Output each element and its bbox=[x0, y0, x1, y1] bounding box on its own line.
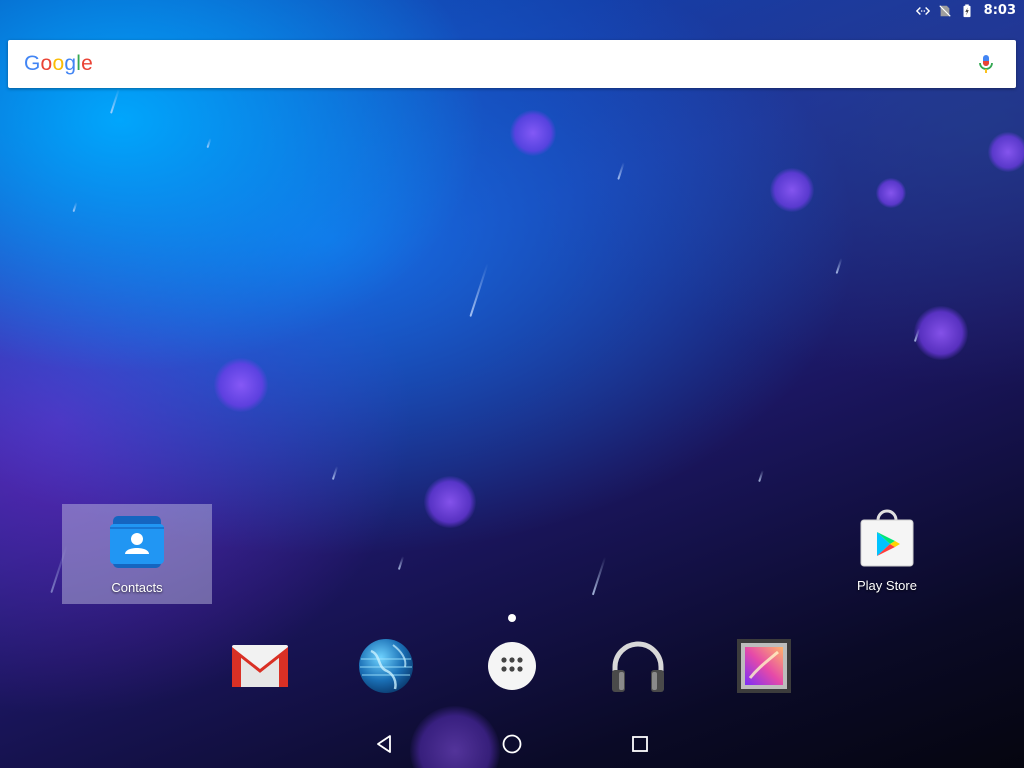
home-button[interactable] bbox=[498, 730, 526, 758]
status-bar: 8:03 bbox=[0, 0, 1024, 24]
contacts-shortcut[interactable]: Contacts bbox=[62, 504, 212, 604]
app-drawer-button[interactable] bbox=[482, 636, 542, 696]
data-transfer-icon bbox=[915, 6, 930, 15]
recents-button[interactable] bbox=[626, 730, 654, 758]
battery-charging-icon bbox=[963, 3, 971, 17]
music-headphones-icon bbox=[612, 641, 664, 692]
no-sim-icon bbox=[938, 4, 951, 17]
music-app[interactable] bbox=[608, 636, 668, 696]
play-store-label: Play Store bbox=[857, 578, 917, 593]
google-logo: Google bbox=[24, 52, 93, 76]
contacts-icon bbox=[110, 516, 164, 568]
recents-icon bbox=[632, 736, 648, 752]
logo-letter: g bbox=[64, 52, 77, 75]
mic-icon[interactable] bbox=[974, 52, 998, 76]
gmail-icon bbox=[232, 645, 288, 687]
play-store-shortcut[interactable]: Play Store bbox=[812, 504, 962, 604]
page-indicator bbox=[508, 614, 516, 622]
gallery-icon bbox=[737, 639, 791, 693]
browser-globe-icon bbox=[359, 639, 413, 693]
logo-letter: o bbox=[40, 52, 53, 75]
clock: 8:03 bbox=[983, 3, 1016, 18]
app-drawer-icon bbox=[488, 642, 536, 690]
logo-letter: G bbox=[24, 52, 41, 75]
back-button[interactable] bbox=[370, 730, 398, 758]
contacts-label: Contacts bbox=[111, 580, 163, 595]
gmail-app[interactable] bbox=[230, 636, 290, 696]
gallery-app[interactable] bbox=[734, 636, 794, 696]
home-screen: 8:03 Google Contacts Play Store bbox=[0, 0, 1024, 768]
home-icon bbox=[502, 734, 522, 754]
logo-letter: e bbox=[81, 52, 93, 75]
play-store-icon bbox=[860, 509, 914, 567]
back-icon bbox=[377, 735, 391, 753]
logo-letter: o bbox=[52, 52, 65, 75]
google-search-bar[interactable]: Google bbox=[8, 40, 1016, 88]
browser-app[interactable] bbox=[356, 636, 416, 696]
